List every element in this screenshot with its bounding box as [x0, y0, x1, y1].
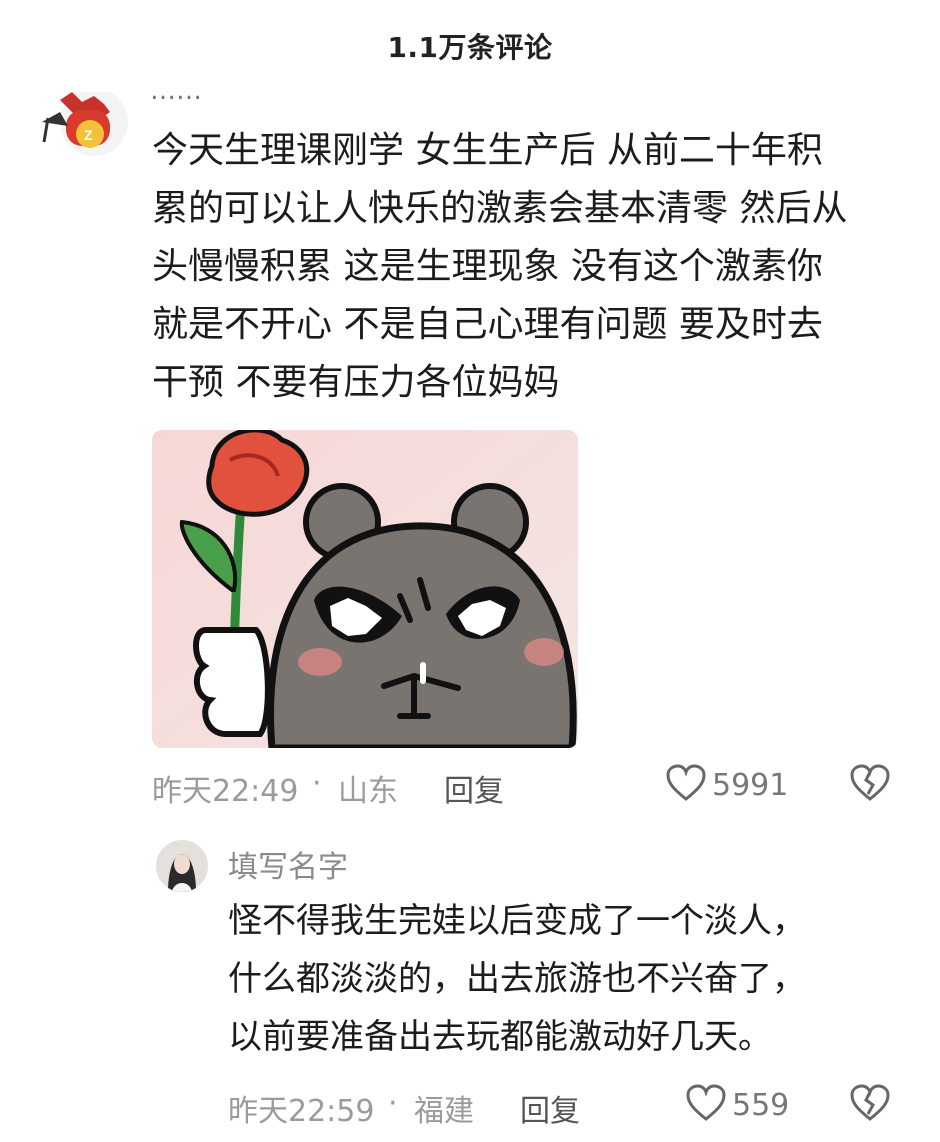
reply-location: 福建 — [414, 1094, 474, 1129]
comment-line: 头慢慢积累 这是生理现象 没有这个激素你 — [152, 246, 823, 287]
heart-icon — [666, 764, 706, 806]
comment-count-title: 1.1万条评论 — [387, 31, 553, 64]
heart-icon — [686, 1084, 726, 1126]
comment-line: 就是不开心 不是自己心理有问题 要及时去 — [152, 304, 823, 345]
reply-body: 怪不得我生完娃以后变成了一个淡人， 什么都淡淡的，出去旅游也不兴奋了， 以前要准… — [228, 892, 918, 1066]
comment-time: 昨天22:49 — [152, 774, 299, 809]
like-button[interactable]: 559 — [686, 1084, 789, 1126]
comment-line: 干预 不要有压力各位妈妈 — [152, 362, 560, 403]
like-count: 5991 — [712, 767, 789, 803]
angry-bear-rose-sticker[interactable] — [152, 430, 578, 748]
reply-button[interactable]: 回复 — [444, 766, 504, 810]
reply-line: 怪不得我生完娃以后变成了一个淡人， — [228, 901, 806, 941]
comment-line: 累的可以让人快乐的激素会基本清零 然后从 — [152, 188, 848, 229]
meta-separator: · — [312, 766, 322, 801]
meta-separator: · — [388, 1086, 398, 1121]
reply-button[interactable]: 回复 — [520, 1086, 580, 1130]
reply-line: 什么都淡淡的，出去旅游也不兴奋了， — [228, 959, 806, 999]
comments-header: 1.1万条评论 — [0, 0, 940, 92]
svg-text:Z: Z — [84, 127, 93, 143]
comment-username[interactable]: …… — [150, 92, 202, 104]
reply-line: 以前要准备出去玩都能激动好几天。 — [228, 1017, 772, 1057]
comment-line: 今天生理课刚学 女生生产后 从前二十年积 — [152, 130, 823, 171]
comment-body: 今天生理课刚学 女生生产后 从前二十年积 累的可以让人快乐的激素会基本清零 然后… — [152, 122, 912, 412]
like-button[interactable]: 5991 — [666, 764, 788, 806]
broken-heart-icon[interactable] — [850, 1084, 890, 1126]
reply-username[interactable]: 填写名字 — [228, 842, 348, 886]
cartoon-avatar-icon[interactable]: Z — [38, 92, 134, 164]
comment-location: 山东 — [338, 774, 398, 809]
user-avatar[interactable] — [156, 840, 208, 892]
like-count: 559 — [732, 1087, 790, 1123]
broken-heart-icon[interactable] — [850, 764, 890, 806]
reply-time: 昨天22:59 — [228, 1094, 375, 1129]
